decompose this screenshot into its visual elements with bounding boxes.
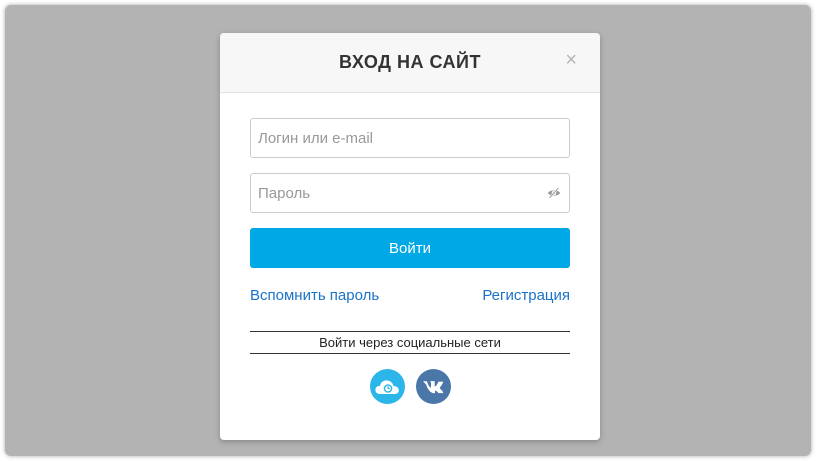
social-login-title: Войти через социальные сети — [250, 331, 570, 354]
modal-title: ВХОД НА САЙТ — [339, 52, 481, 72]
login-input[interactable] — [250, 118, 570, 158]
close-icon[interactable]: × — [565, 50, 577, 70]
modal-backdrop[interactable]: ВХОД НА САЙТ × Войти Вспомнить пароль — [5, 5, 811, 456]
cloud-icon[interactable] — [369, 369, 405, 404]
vk-logo-icon — [423, 380, 444, 393]
login-button[interactable]: Войти — [250, 228, 570, 268]
password-input[interactable] — [250, 173, 570, 213]
register-link[interactable]: Регистрация — [482, 287, 570, 304]
vk-icon[interactable] — [415, 369, 451, 404]
password-field-wrapper — [250, 173, 570, 213]
auth-links: Вспомнить пароль Регистрация — [250, 287, 570, 304]
cloud-clock-icon — [375, 379, 399, 394]
login-field-wrapper — [250, 118, 570, 158]
modal-body: Войти Вспомнить пароль Регистрация Войти… — [220, 93, 600, 404]
eye-slash-icon[interactable] — [547, 186, 561, 200]
social-icons — [250, 369, 570, 404]
login-modal: ВХОД НА САЙТ × Войти Вспомнить пароль — [220, 33, 600, 440]
modal-header: ВХОД НА САЙТ × — [220, 33, 600, 93]
forgot-password-link[interactable]: Вспомнить пароль — [250, 287, 379, 304]
